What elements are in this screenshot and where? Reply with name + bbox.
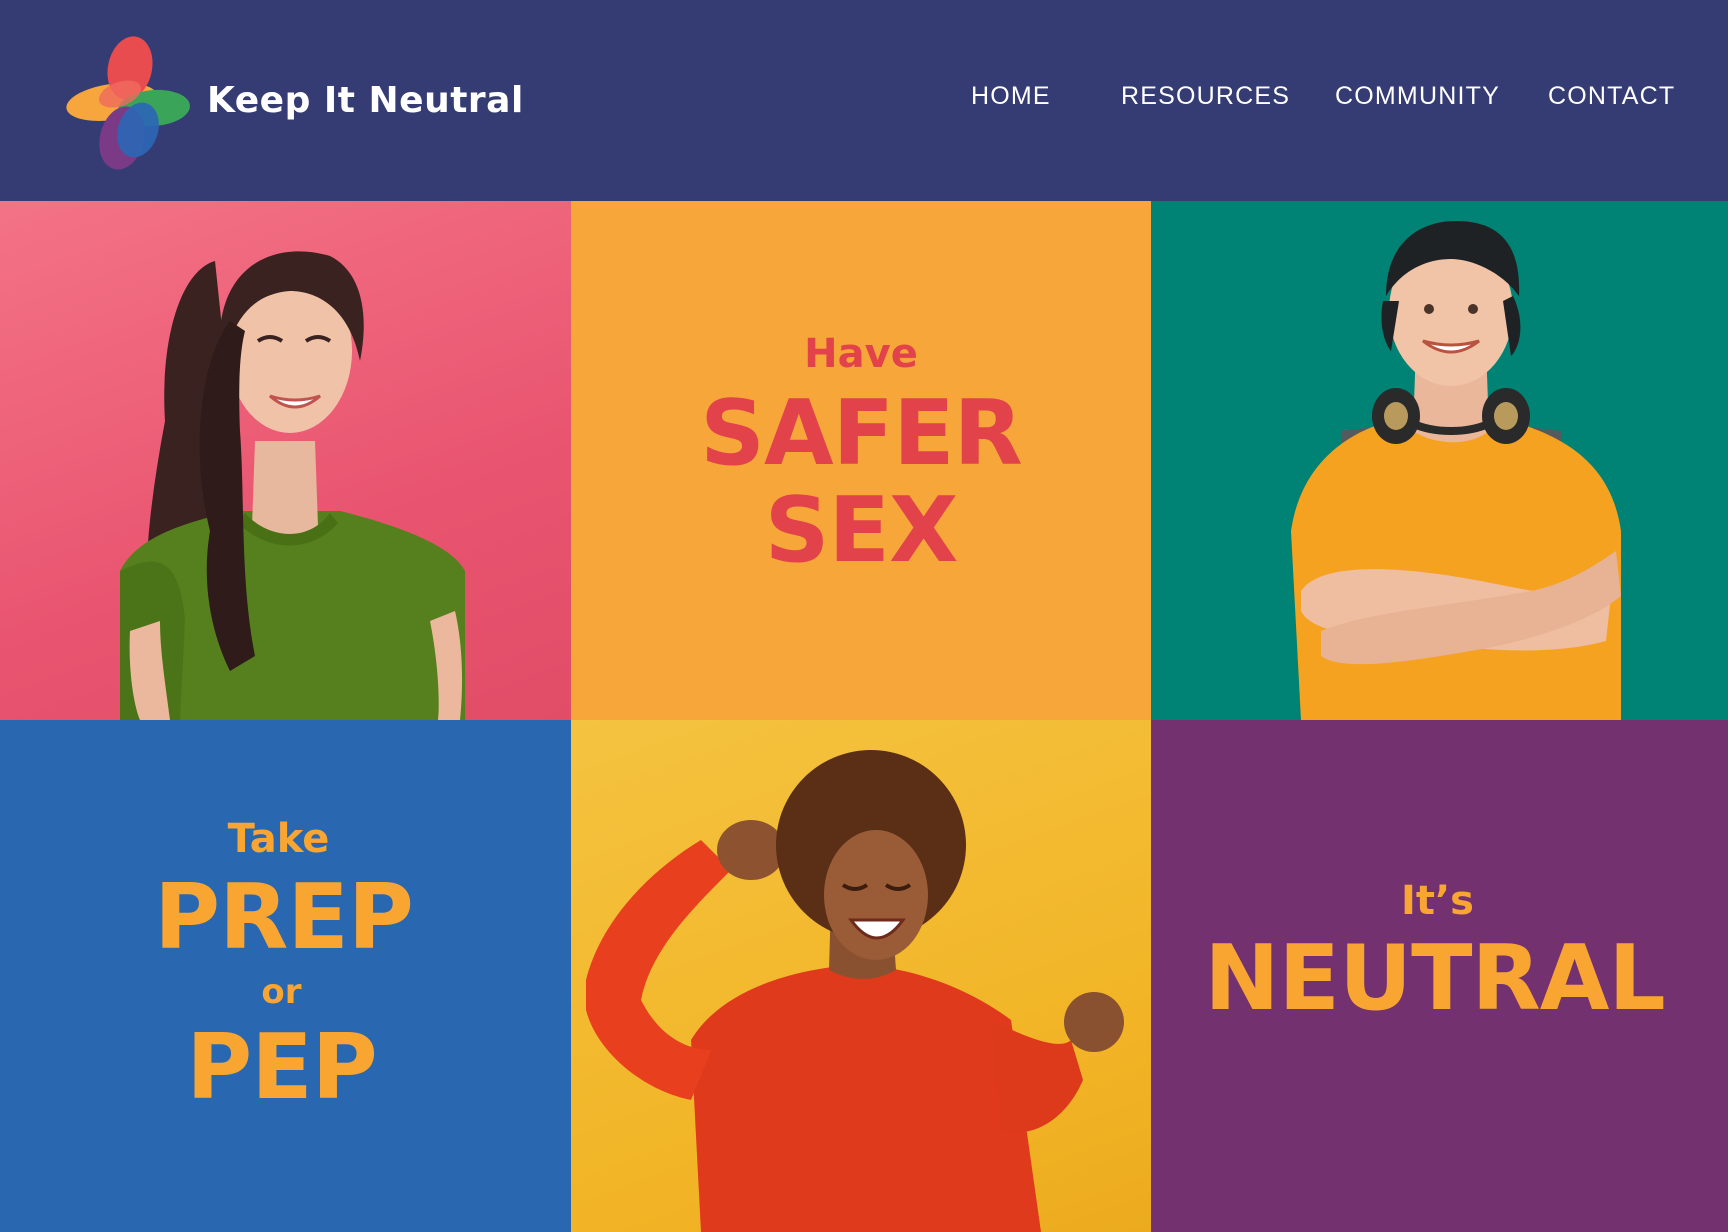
man-headphones-photo (1291, 221, 1621, 720)
slogan-tile-neutral: It’s NEUTRAL (1151, 720, 1728, 1232)
slogan-prep: PREP (154, 865, 414, 970)
photo-tile-man-headphones (1151, 201, 1728, 720)
slogan-sex: SEX (764, 478, 959, 583)
site-header: Keep It Neutral HOME RESOURCES COMMUNITY… (0, 0, 1728, 201)
slogan-tile-safer-sex: Have SAFER SEX (571, 201, 1151, 720)
slogan-take: Take (227, 816, 330, 862)
nav-home[interactable]: HOME (971, 80, 1051, 112)
nav-resources[interactable]: RESOURCES (1121, 80, 1290, 112)
four-petal-cross-logo-icon[interactable] (50, 30, 190, 170)
nav-contact[interactable]: CONTACT (1548, 80, 1675, 112)
hero-grid: Have SAFER SEX Take PREP or PEP It’s NEU… (0, 201, 1728, 1232)
slogan-pep: PEP (186, 1015, 377, 1120)
woman-red-sweater-photo (586, 750, 1124, 1232)
slogan-have: Have (804, 331, 918, 377)
nav-community[interactable]: COMMUNITY (1335, 80, 1500, 112)
photo-tile-woman-green-shirt (0, 201, 571, 720)
slogan-safer: SAFER (700, 381, 1023, 486)
brand-name: Keep It Neutral (207, 79, 524, 121)
slogan-or: or (261, 972, 302, 1012)
slogan-its: It’s (1400, 878, 1474, 924)
woman-green-shirt-photo (120, 251, 465, 720)
photo-tile-woman-red-sweater (571, 720, 1151, 1232)
slogan-neutral: NEUTRAL (1204, 926, 1666, 1031)
slogan-tile-prep-pep: Take PREP or PEP (0, 720, 571, 1232)
brand[interactable]: Keep It Neutral (50, 30, 524, 170)
